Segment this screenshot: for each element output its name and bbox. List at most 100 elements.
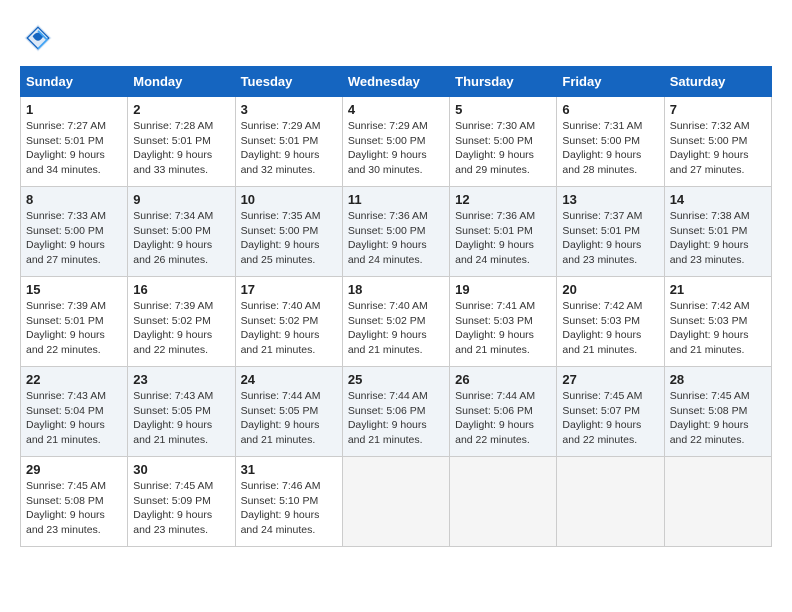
day-number: 25 <box>348 372 444 387</box>
day-info: Sunrise: 7:38 AM Sunset: 5:01 PM Dayligh… <box>670 209 766 268</box>
day-number: 9 <box>133 192 229 207</box>
calendar-cell <box>664 457 771 547</box>
day-number: 8 <box>26 192 122 207</box>
day-info: Sunrise: 7:44 AM Sunset: 5:05 PM Dayligh… <box>241 389 337 448</box>
calendar-week-row: 1 Sunrise: 7:27 AM Sunset: 5:01 PM Daylig… <box>21 97 772 187</box>
calendar-cell: 14 Sunrise: 7:38 AM Sunset: 5:01 PM Dayli… <box>664 187 771 277</box>
day-info: Sunrise: 7:30 AM Sunset: 5:00 PM Dayligh… <box>455 119 551 178</box>
calendar-cell: 21 Sunrise: 7:42 AM Sunset: 5:03 PM Dayli… <box>664 277 771 367</box>
day-number: 18 <box>348 282 444 297</box>
calendar-cell <box>450 457 557 547</box>
weekday-header: Friday <box>557 67 664 97</box>
weekday-header: Thursday <box>450 67 557 97</box>
calendar-week-row: 15 Sunrise: 7:39 AM Sunset: 5:01 PM Dayli… <box>21 277 772 367</box>
weekday-header: Saturday <box>664 67 771 97</box>
calendar-week-row: 22 Sunrise: 7:43 AM Sunset: 5:04 PM Dayli… <box>21 367 772 457</box>
day-number: 31 <box>241 462 337 477</box>
calendar-cell: 18 Sunrise: 7:40 AM Sunset: 5:02 PM Dayli… <box>342 277 449 367</box>
day-info: Sunrise: 7:46 AM Sunset: 5:10 PM Dayligh… <box>241 479 337 538</box>
calendar-cell: 24 Sunrise: 7:44 AM Sunset: 5:05 PM Dayli… <box>235 367 342 457</box>
calendar-cell: 11Sunrise: 7:36 AM Sunset: 5:00 PM Dayli… <box>342 187 449 277</box>
day-info: Sunrise: 7:45 AM Sunset: 5:07 PM Dayligh… <box>562 389 658 448</box>
calendar-cell <box>557 457 664 547</box>
weekday-header: Tuesday <box>235 67 342 97</box>
calendar-cell: 2Sunrise: 7:28 AM Sunset: 5:01 PM Daylig… <box>128 97 235 187</box>
calendar-cell: 13 Sunrise: 7:37 AM Sunset: 5:01 PM Dayli… <box>557 187 664 277</box>
day-info: Sunrise: 7:39 AM Sunset: 5:02 PM Dayligh… <box>133 299 229 358</box>
day-number: 21 <box>670 282 766 297</box>
calendar-cell: 29 Sunrise: 7:45 AM Sunset: 5:08 PM Dayli… <box>21 457 128 547</box>
day-number: 16 <box>133 282 229 297</box>
day-number: 28 <box>670 372 766 387</box>
day-info: Sunrise: 7:42 AM Sunset: 5:03 PM Dayligh… <box>670 299 766 358</box>
calendar-cell: 15 Sunrise: 7:39 AM Sunset: 5:01 PM Dayli… <box>21 277 128 367</box>
day-number: 2 <box>133 102 229 117</box>
calendar-cell <box>342 457 449 547</box>
calendar-cell: 3 Sunrise: 7:29 AM Sunset: 5:01 PM Daylig… <box>235 97 342 187</box>
day-number: 23 <box>133 372 229 387</box>
day-info: Sunrise: 7:40 AM Sunset: 5:02 PM Dayligh… <box>348 299 444 358</box>
calendar-cell: 31 Sunrise: 7:46 AM Sunset: 5:10 PM Dayli… <box>235 457 342 547</box>
day-info: Sunrise: 7:29 AM Sunset: 5:01 PM Dayligh… <box>241 119 337 178</box>
calendar-week-row: 8 Sunrise: 7:33 AM Sunset: 5:00 PM Daylig… <box>21 187 772 277</box>
day-info: Sunrise: 7:37 AM Sunset: 5:01 PM Dayligh… <box>562 209 658 268</box>
day-number: 26 <box>455 372 551 387</box>
day-number: 19 <box>455 282 551 297</box>
day-number: 3 <box>241 102 337 117</box>
calendar-cell: 4 Sunrise: 7:29 AM Sunset: 5:00 PM Daylig… <box>342 97 449 187</box>
day-number: 1 <box>26 102 122 117</box>
weekday-header-row: SundayMondayTuesdayWednesdayThursdayFrid… <box>21 67 772 97</box>
day-number: 13 <box>562 192 658 207</box>
calendar-cell: 5 Sunrise: 7:30 AM Sunset: 5:00 PM Daylig… <box>450 97 557 187</box>
day-number: 15 <box>26 282 122 297</box>
day-info: Sunrise: 7:42 AM Sunset: 5:03 PM Dayligh… <box>562 299 658 358</box>
logo-icon <box>20 20 56 56</box>
logo <box>20 20 62 56</box>
calendar-cell: 28 Sunrise: 7:45 AM Sunset: 5:08 PM Dayli… <box>664 367 771 457</box>
calendar-table: SundayMondayTuesdayWednesdayThursdayFrid… <box>20 66 772 547</box>
day-number: 29 <box>26 462 122 477</box>
day-info: Sunrise: 7:39 AM Sunset: 5:01 PM Dayligh… <box>26 299 122 358</box>
calendar-cell: 8 Sunrise: 7:33 AM Sunset: 5:00 PM Daylig… <box>21 187 128 277</box>
calendar-cell: 6 Sunrise: 7:31 AM Sunset: 5:00 PM Daylig… <box>557 97 664 187</box>
day-info: Sunrise: 7:35 AM Sunset: 5:00 PM Dayligh… <box>241 209 337 268</box>
page-header <box>20 20 772 56</box>
calendar-cell: 19 Sunrise: 7:41 AM Sunset: 5:03 PM Dayli… <box>450 277 557 367</box>
calendar-cell: 22 Sunrise: 7:43 AM Sunset: 5:04 PM Dayli… <box>21 367 128 457</box>
calendar-cell: 30Sunrise: 7:45 AM Sunset: 5:09 PM Dayli… <box>128 457 235 547</box>
calendar-cell: 1 Sunrise: 7:27 AM Sunset: 5:01 PM Daylig… <box>21 97 128 187</box>
weekday-header: Wednesday <box>342 67 449 97</box>
day-number: 5 <box>455 102 551 117</box>
day-number: 4 <box>348 102 444 117</box>
calendar-cell: 27 Sunrise: 7:45 AM Sunset: 5:07 PM Dayli… <box>557 367 664 457</box>
day-info: Sunrise: 7:44 AM Sunset: 5:06 PM Dayligh… <box>348 389 444 448</box>
day-info: Sunrise: 7:34 AM Sunset: 5:00 PM Dayligh… <box>133 209 229 268</box>
day-info: Sunrise: 7:27 AM Sunset: 5:01 PM Dayligh… <box>26 119 122 178</box>
day-number: 12 <box>455 192 551 207</box>
day-number: 20 <box>562 282 658 297</box>
day-info: Sunrise: 7:41 AM Sunset: 5:03 PM Dayligh… <box>455 299 551 358</box>
calendar-cell: 25 Sunrise: 7:44 AM Sunset: 5:06 PM Dayli… <box>342 367 449 457</box>
day-number: 22 <box>26 372 122 387</box>
calendar-cell: 7Sunrise: 7:32 AM Sunset: 5:00 PM Daylig… <box>664 97 771 187</box>
day-info: Sunrise: 7:32 AM Sunset: 5:00 PM Dayligh… <box>670 119 766 178</box>
day-number: 24 <box>241 372 337 387</box>
day-info: Sunrise: 7:45 AM Sunset: 5:08 PM Dayligh… <box>26 479 122 538</box>
weekday-header: Monday <box>128 67 235 97</box>
day-info: Sunrise: 7:45 AM Sunset: 5:08 PM Dayligh… <box>670 389 766 448</box>
day-number: 27 <box>562 372 658 387</box>
calendar-cell: 16 Sunrise: 7:39 AM Sunset: 5:02 PM Dayli… <box>128 277 235 367</box>
calendar-cell: 12Sunrise: 7:36 AM Sunset: 5:01 PM Dayli… <box>450 187 557 277</box>
day-number: 14 <box>670 192 766 207</box>
weekday-header: Sunday <box>21 67 128 97</box>
day-info: Sunrise: 7:31 AM Sunset: 5:00 PM Dayligh… <box>562 119 658 178</box>
day-number: 17 <box>241 282 337 297</box>
day-info: Sunrise: 7:33 AM Sunset: 5:00 PM Dayligh… <box>26 209 122 268</box>
day-info: Sunrise: 7:45 AM Sunset: 5:09 PM Dayligh… <box>133 479 229 538</box>
calendar-cell: 10Sunrise: 7:35 AM Sunset: 5:00 PM Dayli… <box>235 187 342 277</box>
day-info: Sunrise: 7:29 AM Sunset: 5:00 PM Dayligh… <box>348 119 444 178</box>
day-info: Sunrise: 7:43 AM Sunset: 5:04 PM Dayligh… <box>26 389 122 448</box>
day-info: Sunrise: 7:44 AM Sunset: 5:06 PM Dayligh… <box>455 389 551 448</box>
calendar-cell: 17Sunrise: 7:40 AM Sunset: 5:02 PM Dayli… <box>235 277 342 367</box>
day-number: 6 <box>562 102 658 117</box>
